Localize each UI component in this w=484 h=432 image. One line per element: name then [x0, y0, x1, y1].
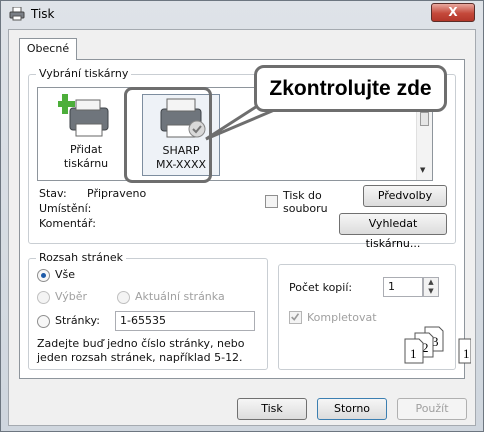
- add-printer-icon: [55, 94, 109, 137]
- collate-pages-illustration: 3 2 1 1: [404, 326, 471, 364]
- page-range-hint-line2: jeden rozsah stránek, například 5-12.: [37, 351, 243, 364]
- status-value: Připraveno: [87, 187, 147, 200]
- current-page-label: Aktuální stránka: [135, 290, 225, 303]
- print-to-file-label: Tisk do souboru: [283, 189, 328, 215]
- comment-label: Komentář:: [39, 217, 96, 230]
- add-printer-line2: tiskárnu: [63, 157, 109, 170]
- pages-input[interactable]: 1-65535: [115, 311, 255, 331]
- scroll-down-icon[interactable]: ▼: [420, 166, 425, 174]
- page-range-hint-line1: Zadejte buď jedno číslo stránky, nebo: [37, 337, 245, 350]
- pages-radio[interactable]: [37, 315, 50, 328]
- spin-down-icon[interactable]: ▼: [424, 287, 438, 296]
- collate-digit-1b: 1: [463, 346, 470, 361]
- collate-digit-1: 1: [410, 346, 417, 361]
- collate-checkbox[interactable]: [289, 311, 302, 324]
- print-to-file-line2: souboru: [283, 202, 328, 215]
- spin-up-icon[interactable]: ▲: [424, 278, 438, 287]
- window-title: Tisk: [31, 7, 55, 21]
- all-pages-label: Vše: [55, 268, 76, 281]
- page-range-group: Rozsah stránek Vše Výběr Aktuální stránk…: [28, 251, 268, 370]
- status-label: Stav:: [39, 187, 67, 200]
- close-button[interactable]: X: [431, 3, 475, 22]
- all-pages-radio[interactable]: [37, 269, 50, 282]
- copies-input[interactable]: 1: [383, 277, 423, 297]
- title-bar: Tisk X: [1, 1, 483, 27]
- print-button[interactable]: Tisk: [237, 398, 307, 420]
- copies-group: Počet kopií: 1 ▲ ▼ Kompletovat 3 2 1 1: [278, 264, 471, 370]
- printer-icon: [9, 7, 25, 21]
- check-icon: [291, 313, 300, 321]
- tab-general[interactable]: Obecné: [19, 38, 77, 60]
- print-dialog: Tisk X Obecné Vybrání tiskárny Přidat ti…: [0, 0, 484, 432]
- selection-label: Výběr: [55, 290, 88, 303]
- copies-label: Počet kopií:: [289, 281, 353, 294]
- add-printer-line1: Přidat: [69, 143, 103, 156]
- print-to-file-line1: Tisk do: [283, 189, 322, 202]
- select-printer-label: Vybrání tiskárny: [36, 67, 132, 80]
- callout-check-here: Zkontrolujte zde: [254, 65, 447, 112]
- preferences-button[interactable]: Předvolby: [363, 185, 447, 207]
- collate-label: Kompletovat: [307, 311, 377, 324]
- add-printer-item[interactable]: Přidat tiskárnu: [46, 94, 126, 176]
- print-to-file-checkbox[interactable]: [265, 195, 278, 208]
- location-label: Umístění:: [39, 202, 92, 215]
- scrollbar-thumb[interactable]: [420, 112, 429, 126]
- cancel-button[interactable]: Storno: [317, 398, 387, 420]
- find-printer-button[interactable]: Vyhledat tiskárnu...: [339, 213, 447, 250]
- selection-radio[interactable]: [37, 291, 50, 304]
- current-page-radio[interactable]: [117, 291, 130, 304]
- apply-button[interactable]: Použít: [397, 398, 467, 420]
- page-range-label: Rozsah stránek: [36, 251, 127, 264]
- pages-label: Stránky:: [55, 314, 100, 327]
- copies-spinner[interactable]: ▲ ▼: [423, 277, 439, 297]
